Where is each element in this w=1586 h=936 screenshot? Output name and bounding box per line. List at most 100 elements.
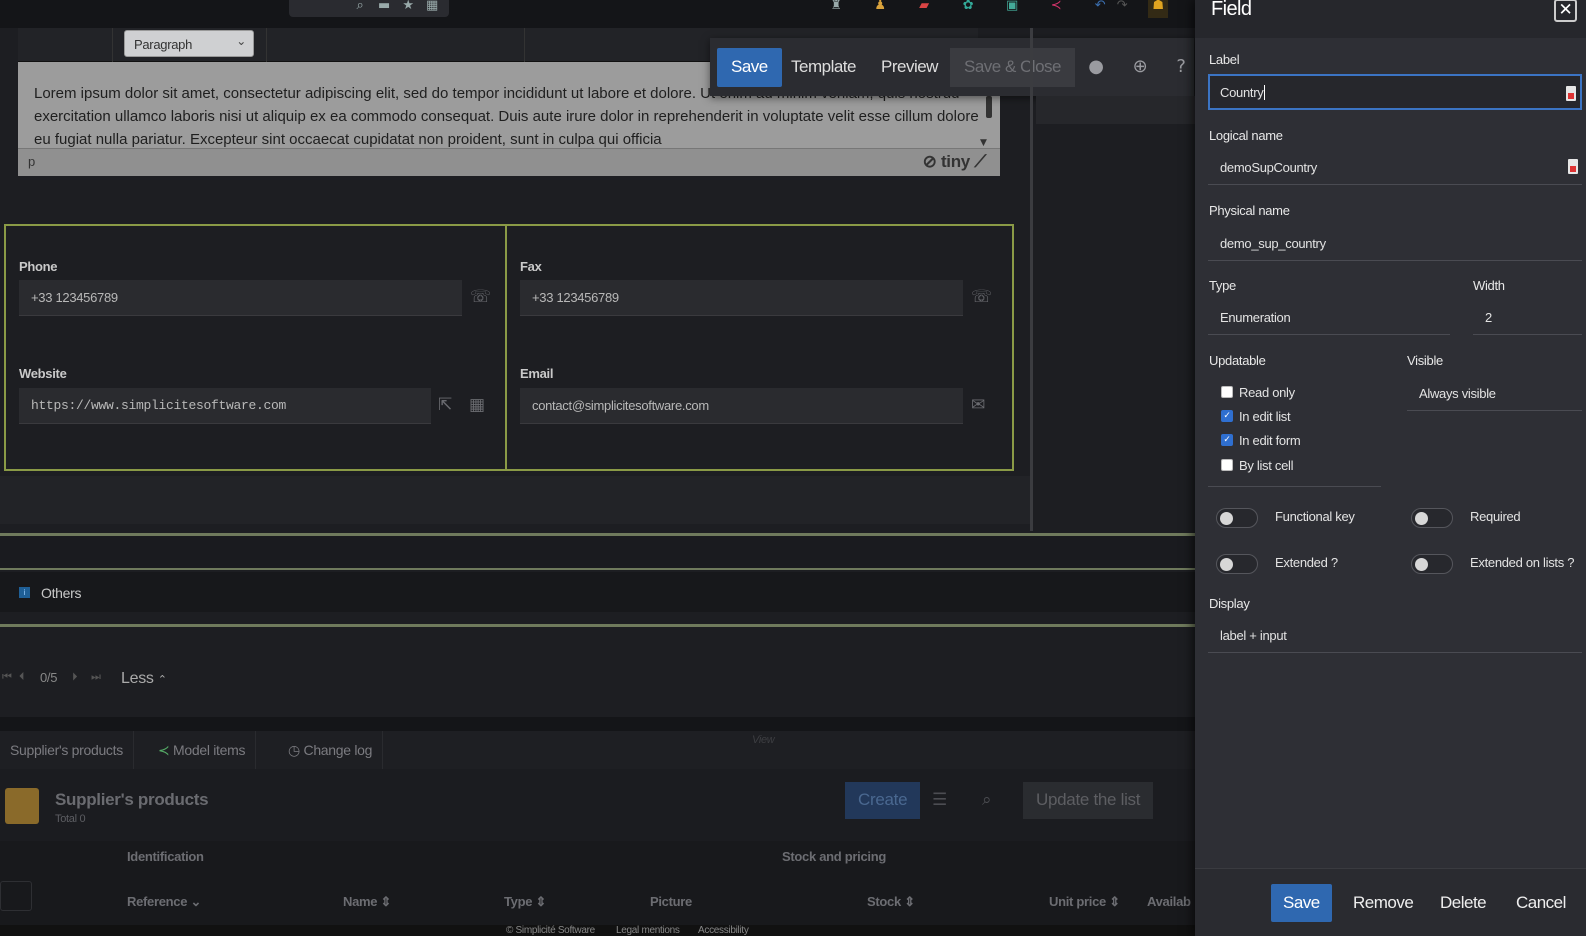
template-button[interactable]: Template <box>777 48 870 87</box>
box-icon <box>5 788 39 824</box>
col-availability[interactable]: Availab <box>1147 894 1193 909</box>
col-label: Type <box>504 894 533 909</box>
close-icon[interactable]: ✕ <box>1554 0 1577 22</box>
save-close-button[interactable]: Save & Close <box>950 48 1075 87</box>
modules-icon[interactable]: ✿ <box>958 0 978 14</box>
help-icon[interactable]: ? <box>1169 56 1193 80</box>
physical-name-input[interactable]: demo_sup_country <box>1208 225 1582 261</box>
by-list-cell-label[interactable]: By list cell <box>1239 458 1294 473</box>
col-unit-price[interactable]: Unit price ⇕ <box>1049 894 1120 910</box>
col-type[interactable]: Type ⇕ <box>504 894 546 910</box>
redo-icon[interactable]: ↷ <box>1112 0 1132 14</box>
create-button[interactable]: Create <box>845 782 921 819</box>
separator <box>0 568 1195 570</box>
logical-name-value: demoSupCountry <box>1220 160 1317 175</box>
search-icon[interactable]: ⌕ <box>982 790 992 810</box>
lamp-icon[interactable]: ☗ <box>1148 0 1168 18</box>
in-edit-form-label[interactable]: In edit form <box>1239 433 1301 448</box>
undo-icon[interactable]: ↶ <box>1090 0 1110 14</box>
website-input[interactable]: https://www.simplicitesoftware.com <box>19 388 431 424</box>
width-input[interactable]: 2 <box>1473 299 1582 335</box>
col-name[interactable]: Name ⇕ <box>343 894 391 910</box>
by-list-cell-checkbox[interactable] <box>1221 459 1233 471</box>
select-all-checkbox[interactable] <box>0 881 32 911</box>
element-path[interactable]: p <box>28 154 35 169</box>
fax-label: Fax <box>520 259 542 274</box>
next-page-icon[interactable]: ⏵ <box>72 670 78 684</box>
search-icon[interactable]: ⌕ <box>350 0 370 14</box>
phone-label: Phone <box>19 259 58 274</box>
flag-icon[interactable]: ▰ <box>914 0 934 14</box>
fax-phone-icon[interactable]: ☏ <box>971 287 992 307</box>
qrcode-icon[interactable]: ▦ <box>469 395 485 415</box>
col-picture[interactable]: Picture <box>650 894 692 909</box>
read-only-label[interactable]: Read only <box>1239 385 1295 400</box>
display-select[interactable]: label + input <box>1208 617 1582 653</box>
phone-input[interactable]: +33 123456789 <box>19 280 462 316</box>
tab-suppliers-products[interactable]: Supplier's products <box>0 731 134 769</box>
accessibility-link[interactable]: Accessibility <box>698 925 749 936</box>
update-list-button[interactable]: Update the list <box>1023 782 1154 819</box>
prev-page-icon[interactable]: ⏴ <box>19 670 25 684</box>
extended-on-lists-toggle[interactable] <box>1411 554 1453 574</box>
editor-scrollbar[interactable] <box>986 96 992 118</box>
extended-toggle[interactable] <box>1216 554 1258 574</box>
products-total: Total 0 <box>55 813 86 825</box>
info-icon: i <box>19 587 30 598</box>
remove-button[interactable]: Remove <box>1341 884 1425 922</box>
functional-key-toggle[interactable] <box>1216 508 1258 528</box>
text-cursor <box>1264 85 1266 100</box>
in-edit-list-label[interactable]: In edit list <box>1239 409 1291 424</box>
inbox-icon[interactable]: ▬ <box>374 0 394 14</box>
functional-key-label: Functional key <box>1275 509 1355 524</box>
in-edit-form-checkbox[interactable]: ✓ <box>1221 434 1233 446</box>
legal-mentions-link[interactable]: Legal mentions <box>616 925 680 936</box>
robot-icon[interactable]: ♜ <box>826 0 846 14</box>
visible-select[interactable]: Always visible <box>1407 375 1582 411</box>
type-select[interactable]: Enumeration <box>1208 299 1450 335</box>
list-icon[interactable]: ☰ <box>932 790 947 810</box>
tab-model-items[interactable]: ≺ Model items <box>148 731 257 769</box>
extended-label: Extended ? <box>1275 555 1338 570</box>
save-button[interactable]: Save <box>717 48 782 87</box>
updatable-label: Updatable <box>1209 353 1266 368</box>
translate-icon[interactable] <box>1566 86 1576 101</box>
col-stock[interactable]: Stock ⇕ <box>867 894 915 910</box>
physical-name-label: Physical name <box>1209 203 1290 218</box>
first-page-icon[interactable]: ⏮ <box>2 670 12 684</box>
others-label[interactable]: Others <box>41 585 82 601</box>
others-section[interactable] <box>0 572 1195 612</box>
envelope-icon[interactable]: ✉ <box>971 395 985 415</box>
label-input[interactable]: Country <box>1208 74 1582 110</box>
chart-icon[interactable]: ▣ <box>1002 0 1022 14</box>
user-shortcut-icon[interactable]: ♟ <box>870 0 890 14</box>
zoom-icon[interactable]: ⊕ <box>1128 56 1152 80</box>
preview-button[interactable]: Preview <box>867 48 952 87</box>
in-edit-list-checkbox[interactable]: ✓ <box>1221 410 1233 422</box>
last-page-icon[interactable]: ⏭ <box>91 670 101 684</box>
required-toggle[interactable] <box>1411 508 1453 528</box>
format-select[interactable]: Paragraph ⌄ <box>124 30 254 57</box>
tab-change-log[interactable]: ◷ Change log <box>278 731 384 769</box>
col-reference[interactable]: Reference ⌄ <box>127 894 201 910</box>
star-icon[interactable]: ★ <box>398 0 418 14</box>
type-label: Type <box>1209 278 1236 293</box>
read-only-checkbox[interactable] <box>1221 386 1233 398</box>
delete-button[interactable]: Delete <box>1428 884 1498 922</box>
external-link-icon[interactable]: ⇱ <box>438 395 452 415</box>
less-label: Less <box>121 670 154 687</box>
grid-icon[interactable]: ▦ <box>422 0 442 14</box>
translate-icon[interactable] <box>1568 159 1578 174</box>
share-icon: ≺ <box>158 742 170 758</box>
share-icon[interactable]: ≺ <box>1046 0 1066 14</box>
scroll-down-icon[interactable]: ▼ <box>980 138 987 148</box>
logical-name-input[interactable]: demoSupCountry <box>1208 149 1582 185</box>
phone-icon[interactable]: ☏ <box>470 287 491 307</box>
tiny-logo[interactable]: ⊘ tiny ⟋ <box>923 152 987 172</box>
fax-input[interactable]: +33 123456789 <box>520 280 963 316</box>
email-input[interactable]: contact@simplicitesoftware.com <box>520 388 963 424</box>
comment-icon[interactable]: ● <box>1084 56 1108 80</box>
panel-save-button[interactable]: Save <box>1271 884 1332 922</box>
cancel-button[interactable]: Cancel <box>1504 884 1578 922</box>
less-button[interactable]: Less ⌃ <box>121 670 167 688</box>
